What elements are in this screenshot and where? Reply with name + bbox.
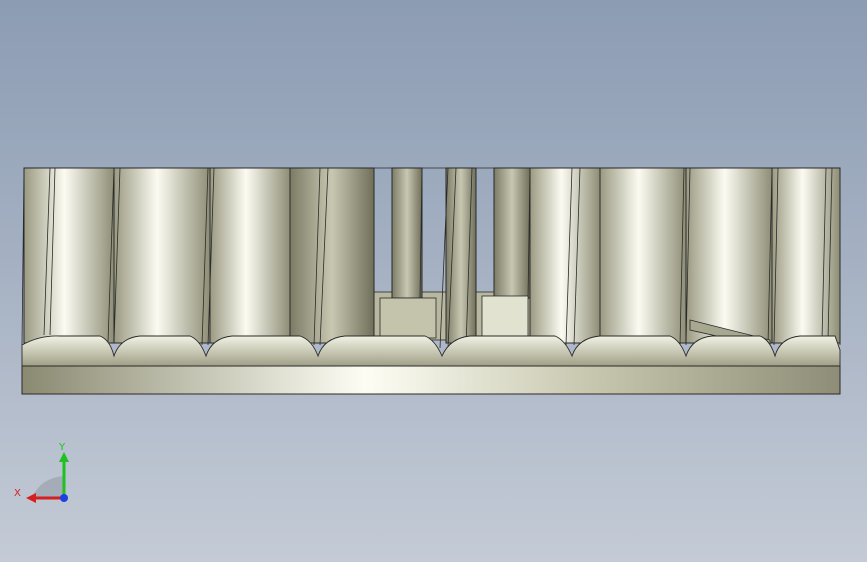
z-axis-dot xyxy=(60,494,68,502)
triad-plane xyxy=(32,476,64,498)
base-ridge xyxy=(21,335,841,367)
y-axis-label: Y xyxy=(58,442,66,453)
heatsink-model[interactable] xyxy=(0,0,867,562)
base-plate xyxy=(21,365,841,395)
coordinate-triad-icon: Y X xyxy=(14,442,69,503)
y-arrow-icon xyxy=(59,452,69,462)
3d-viewport[interactable]: Y X xyxy=(0,0,867,562)
x-axis-label: X xyxy=(14,488,21,499)
x-arrow-icon xyxy=(26,493,36,503)
